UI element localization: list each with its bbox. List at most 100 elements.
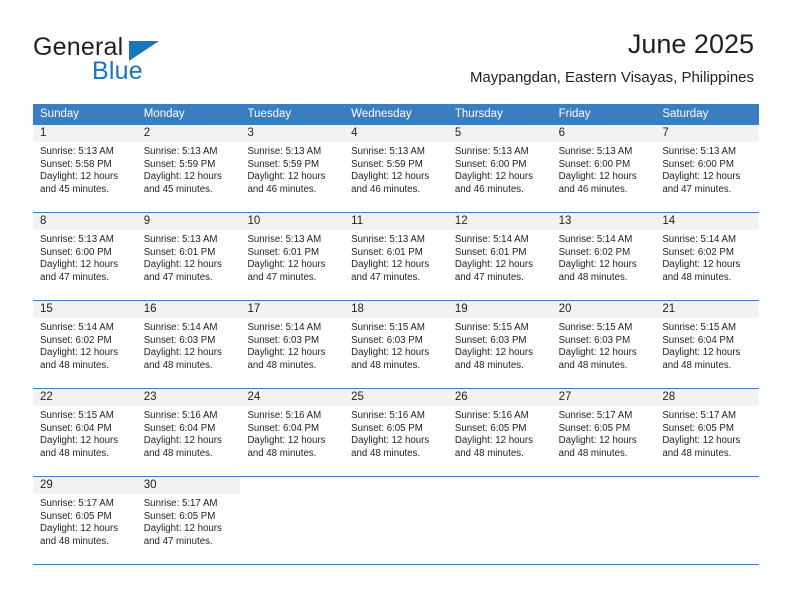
calendar-day-cell[interactable]: 9 Sunrise: 5:13 AM Sunset: 6:01 PM Daylight… — [136, 213, 241, 300]
calendar-day-cell[interactable]: 8 Sunrise: 5:13 AM Sunset: 6:00 PM Daylight… — [33, 213, 137, 300]
day-details: Sunrise: 5:13 AM Sunset: 6:01 PM Daylight:… — [240, 230, 344, 284]
day-number: 5 — [447, 125, 552, 142]
calendar-day-cell[interactable]: 25 Sunrise: 5:16 AM Sunset: 6:05 PM Dayligh… — [344, 389, 448, 476]
calendar-day-cell[interactable]: 24 Sunrise: 5:16 AM Sunset: 6:04 PM Dayligh… — [240, 389, 345, 476]
daylight-text-line2: and 47 minutes. — [143, 535, 213, 547]
calendar-day-cell[interactable]: 17 Sunrise: 5:14 AM Sunset: 6:03 PM Dayligh… — [240, 301, 345, 388]
day-number: 11 — [344, 213, 448, 230]
daylight-text-line1: Daylight: 12 hours — [454, 435, 533, 447]
day-details: Sunrise: 5:14 AM Sunset: 6:02 PM Daylight:… — [552, 230, 656, 284]
day-number: 14 — [655, 213, 760, 230]
calendar-day-cell[interactable]: 23 Sunrise: 5:16 AM Sunset: 6:04 PM Dayligh… — [136, 389, 241, 476]
calendar-week-row: 29 Sunrise: 5:17 AM Sunset: 6:05 PM Dayligh… — [33, 476, 760, 564]
calendar-day-cell[interactable]: 13 Sunrise: 5:14 AM Sunset: 6:02 PM Dayligh… — [551, 213, 656, 300]
general-blue-logo[interactable]: General Blue — [33, 33, 233, 88]
weekday-header-thursday: Thursday — [454, 108, 503, 120]
daylight-text-line2: and 47 minutes. — [662, 183, 732, 195]
calendar-day-cell[interactable]: 21 Sunrise: 5:15 AM Sunset: 6:04 PM Dayligh… — [655, 301, 760, 388]
day-number: 1 — [33, 125, 137, 142]
day-number: 4 — [344, 125, 448, 142]
calendar-day-cell[interactable]: 26 Sunrise: 5:16 AM Sunset: 6:05 PM Dayligh… — [447, 389, 552, 476]
day-number: 28 — [655, 389, 760, 406]
day-details: Sunrise: 5:13 AM Sunset: 6:00 PM Daylight:… — [448, 142, 552, 196]
calendar-day-cell[interactable]: 10 Sunrise: 5:13 AM Sunset: 6:01 PM Dayligh… — [240, 213, 345, 300]
calendar-bottom-border — [33, 564, 759, 565]
calendar-day-cell[interactable]: 3 Sunrise: 5:13 AM Sunset: 5:59 PM Daylight… — [240, 125, 345, 212]
calendar-day-cell[interactable]: 2 Sunrise: 5:13 AM Sunset: 5:59 PM Daylight… — [136, 125, 241, 212]
calendar-day-cell[interactable]: 14 Sunrise: 5:14 AM Sunset: 6:02 PM Dayligh… — [655, 213, 760, 300]
sunset-text: Sunset: 6:02 PM — [40, 334, 112, 346]
day-details: Sunrise: 5:13 AM Sunset: 6:00 PM Daylight:… — [655, 142, 759, 196]
calendar-day-cell[interactable]: 27 Sunrise: 5:17 AM Sunset: 6:05 PM Dayligh… — [551, 389, 656, 476]
daylight-text-line1: Daylight: 12 hours — [143, 259, 222, 271]
day-number: 27 — [551, 389, 656, 406]
daylight-text-line1: Daylight: 12 hours — [662, 435, 741, 447]
calendar-day-cell[interactable]: 5 Sunrise: 5:13 AM Sunset: 6:00 PM Daylight… — [447, 125, 552, 212]
calendar-day-cell[interactable]: 11 Sunrise: 5:13 AM Sunset: 6:01 PM Dayligh… — [344, 213, 448, 300]
calendar-day-cell[interactable]: 6 Sunrise: 5:13 AM Sunset: 6:00 PM Daylight… — [551, 125, 656, 212]
sunrise-text: Sunrise: 5:13 AM — [40, 146, 114, 157]
daylight-text-line2: and 46 minutes. — [247, 183, 317, 195]
sunset-text: Sunset: 6:01 PM — [351, 246, 423, 258]
day-details: Sunrise: 5:16 AM Sunset: 6:04 PM Daylight:… — [137, 406, 241, 460]
calendar-day-cell[interactable]: 12 Sunrise: 5:14 AM Sunset: 6:01 PM Dayligh… — [447, 213, 552, 300]
calendar-day-cell[interactable]: 7 Sunrise: 5:13 AM Sunset: 6:00 PM Daylight… — [655, 125, 760, 212]
day-number: 24 — [240, 389, 345, 406]
daylight-text-line2: and 48 minutes. — [40, 359, 109, 371]
weekday-header-friday: Friday — [558, 108, 591, 120]
calendar-day-cell[interactable]: 19 Sunrise: 5:15 AM Sunset: 6:03 PM Dayligh… — [447, 301, 552, 388]
daylight-text-line2: and 47 minutes. — [40, 271, 109, 283]
sunset-text: Sunset: 5:59 PM — [143, 158, 216, 170]
sunset-text: Sunset: 6:04 PM — [247, 422, 320, 434]
sunset-text: Sunset: 6:02 PM — [662, 246, 734, 258]
day-number — [655, 477, 759, 494]
calendar-day-cell[interactable]: 1 Sunrise: 5:13 AM Sunset: 5:58 PM Daylight… — [33, 125, 137, 212]
sunset-text: Sunset: 6:05 PM — [558, 422, 631, 434]
day-details — [344, 494, 448, 498]
sunrise-text: Sunrise: 5:17 AM — [143, 498, 218, 509]
sunset-text: Sunset: 5:58 PM — [40, 158, 112, 170]
calendar-week-row: 22 Sunrise: 5:15 AM Sunset: 6:04 PM Dayligh… — [33, 388, 760, 476]
day-details: Sunrise: 5:16 AM Sunset: 6:05 PM Daylight:… — [344, 406, 448, 460]
daylight-text-line1: Daylight: 12 hours — [558, 259, 637, 271]
calendar-week-row: 8 Sunrise: 5:13 AM Sunset: 6:00 PM Daylight… — [33, 212, 760, 300]
daylight-text-line1: Daylight: 12 hours — [558, 435, 637, 447]
sunset-text: Sunset: 6:03 PM — [143, 334, 216, 346]
day-details: Sunrise: 5:15 AM Sunset: 6:04 PM Daylight:… — [33, 406, 137, 460]
daylight-text-line2: and 48 minutes. — [662, 447, 732, 459]
sunset-text: Sunset: 6:04 PM — [40, 422, 112, 434]
daylight-text-line2: and 48 minutes. — [662, 359, 732, 371]
day-details: Sunrise: 5:17 AM Sunset: 6:05 PM Daylight:… — [137, 494, 241, 548]
calendar-day-cell[interactable]: 30 Sunrise: 5:17 AM Sunset: 6:05 PM Dayligh… — [136, 477, 241, 564]
daylight-text-line1: Daylight: 12 hours — [247, 171, 326, 183]
daylight-text-line2: and 48 minutes. — [40, 535, 109, 547]
sunrise-text: Sunrise: 5:14 AM — [40, 322, 114, 333]
sunset-text: Sunset: 6:04 PM — [143, 422, 216, 434]
day-number: 6 — [551, 125, 656, 142]
day-details: Sunrise: 5:17 AM Sunset: 6:05 PM Daylight:… — [552, 406, 656, 460]
day-number: 7 — [655, 125, 760, 142]
daylight-text-line2: and 48 minutes. — [143, 447, 213, 459]
daylight-text-line2: and 46 minutes. — [558, 183, 628, 195]
day-number: 15 — [33, 301, 137, 318]
calendar-day-cell[interactable]: 15 Sunrise: 5:14 AM Sunset: 6:02 PM Dayligh… — [33, 301, 137, 388]
calendar-day-cell[interactable]: 28 Sunrise: 5:17 AM Sunset: 6:05 PM Dayligh… — [655, 389, 760, 476]
daylight-text-line1: Daylight: 12 hours — [247, 435, 326, 447]
calendar-day-cell[interactable]: 18 Sunrise: 5:15 AM Sunset: 6:03 PM Dayligh… — [344, 301, 448, 388]
daylight-text-line1: Daylight: 12 hours — [454, 171, 533, 183]
calendar-day-cell[interactable]: 22 Sunrise: 5:15 AM Sunset: 6:04 PM Dayligh… — [33, 389, 137, 476]
sunset-text: Sunset: 6:02 PM — [558, 246, 631, 258]
day-details: Sunrise: 5:13 AM Sunset: 5:59 PM Daylight:… — [137, 142, 241, 196]
day-details: Sunrise: 5:14 AM Sunset: 6:02 PM Daylight:… — [33, 318, 137, 372]
day-details — [655, 494, 759, 498]
calendar-day-cell[interactable]: 29 Sunrise: 5:17 AM Sunset: 6:05 PM Dayligh… — [33, 477, 137, 564]
day-details: Sunrise: 5:15 AM Sunset: 6:04 PM Daylight:… — [655, 318, 759, 372]
calendar-day-cell[interactable]: 16 Sunrise: 5:14 AM Sunset: 6:03 PM Dayligh… — [136, 301, 241, 388]
day-details: Sunrise: 5:13 AM Sunset: 6:01 PM Daylight:… — [137, 230, 241, 284]
calendar-page: General Blue June 2025 Maypangdan, Easte… — [0, 0, 792, 612]
weekday-header-tuesday: Tuesday — [247, 108, 292, 120]
day-number: 2 — [136, 125, 241, 142]
page-title: June 2025 — [627, 29, 754, 59]
calendar-day-cell[interactable]: 20 Sunrise: 5:15 AM Sunset: 6:03 PM Dayligh… — [551, 301, 656, 388]
calendar-day-cell[interactable]: 4 Sunrise: 5:13 AM Sunset: 5:59 PM Daylight… — [344, 125, 448, 212]
